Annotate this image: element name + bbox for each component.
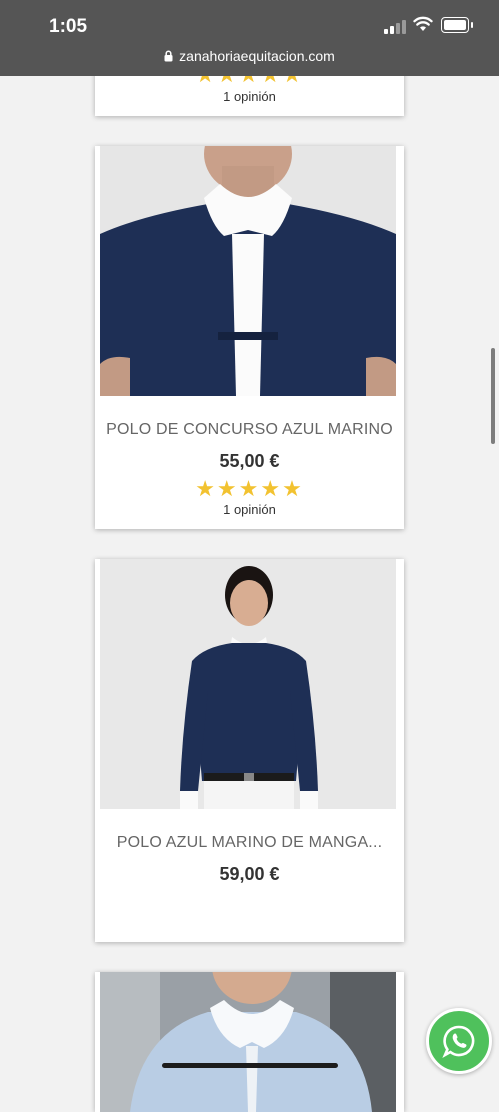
status-time: 1:05 xyxy=(49,16,88,37)
product-image[interactable] xyxy=(100,559,396,809)
product-card[interactable]: POLO AZUL MARINO DE MANGA... 59,00 € xyxy=(95,559,404,942)
product-title[interactable]: POLO AZUL MARINO DE MANGA... xyxy=(95,834,404,852)
product-image[interactable] xyxy=(100,972,396,1112)
product-price: 59,00 € xyxy=(219,864,280,884)
product-price: 55,00 € xyxy=(219,451,280,471)
url-text: zanahoriaequitacion.com xyxy=(179,48,335,64)
product-card[interactable]: POLO DE CONCURSO AZUL MARINO 55,00 € ★★★… xyxy=(95,146,404,529)
whatsapp-icon xyxy=(442,1025,475,1058)
product-image[interactable] xyxy=(100,146,396,396)
battery-icon xyxy=(441,17,473,33)
status-bar: 1:05 zanahoriaequitacion.com xyxy=(0,0,499,76)
whatsapp-button[interactable] xyxy=(426,1008,492,1074)
lock-icon xyxy=(164,50,173,62)
scroll-indicator[interactable] xyxy=(491,348,495,444)
product-card[interactable] xyxy=(95,972,404,1112)
home-indicator[interactable] xyxy=(162,1063,338,1068)
rating-stars: ★★★★★ xyxy=(195,476,304,501)
product-title[interactable]: POLO DE CONCURSO AZUL MARINO xyxy=(95,421,404,439)
address-bar[interactable]: zanahoriaequitacion.com xyxy=(0,48,499,64)
review-count[interactable]: 1 opinión xyxy=(95,502,404,517)
wifi-icon xyxy=(413,16,433,31)
review-count[interactable]: 1 opinión xyxy=(95,89,404,104)
signal-icon xyxy=(384,20,408,34)
